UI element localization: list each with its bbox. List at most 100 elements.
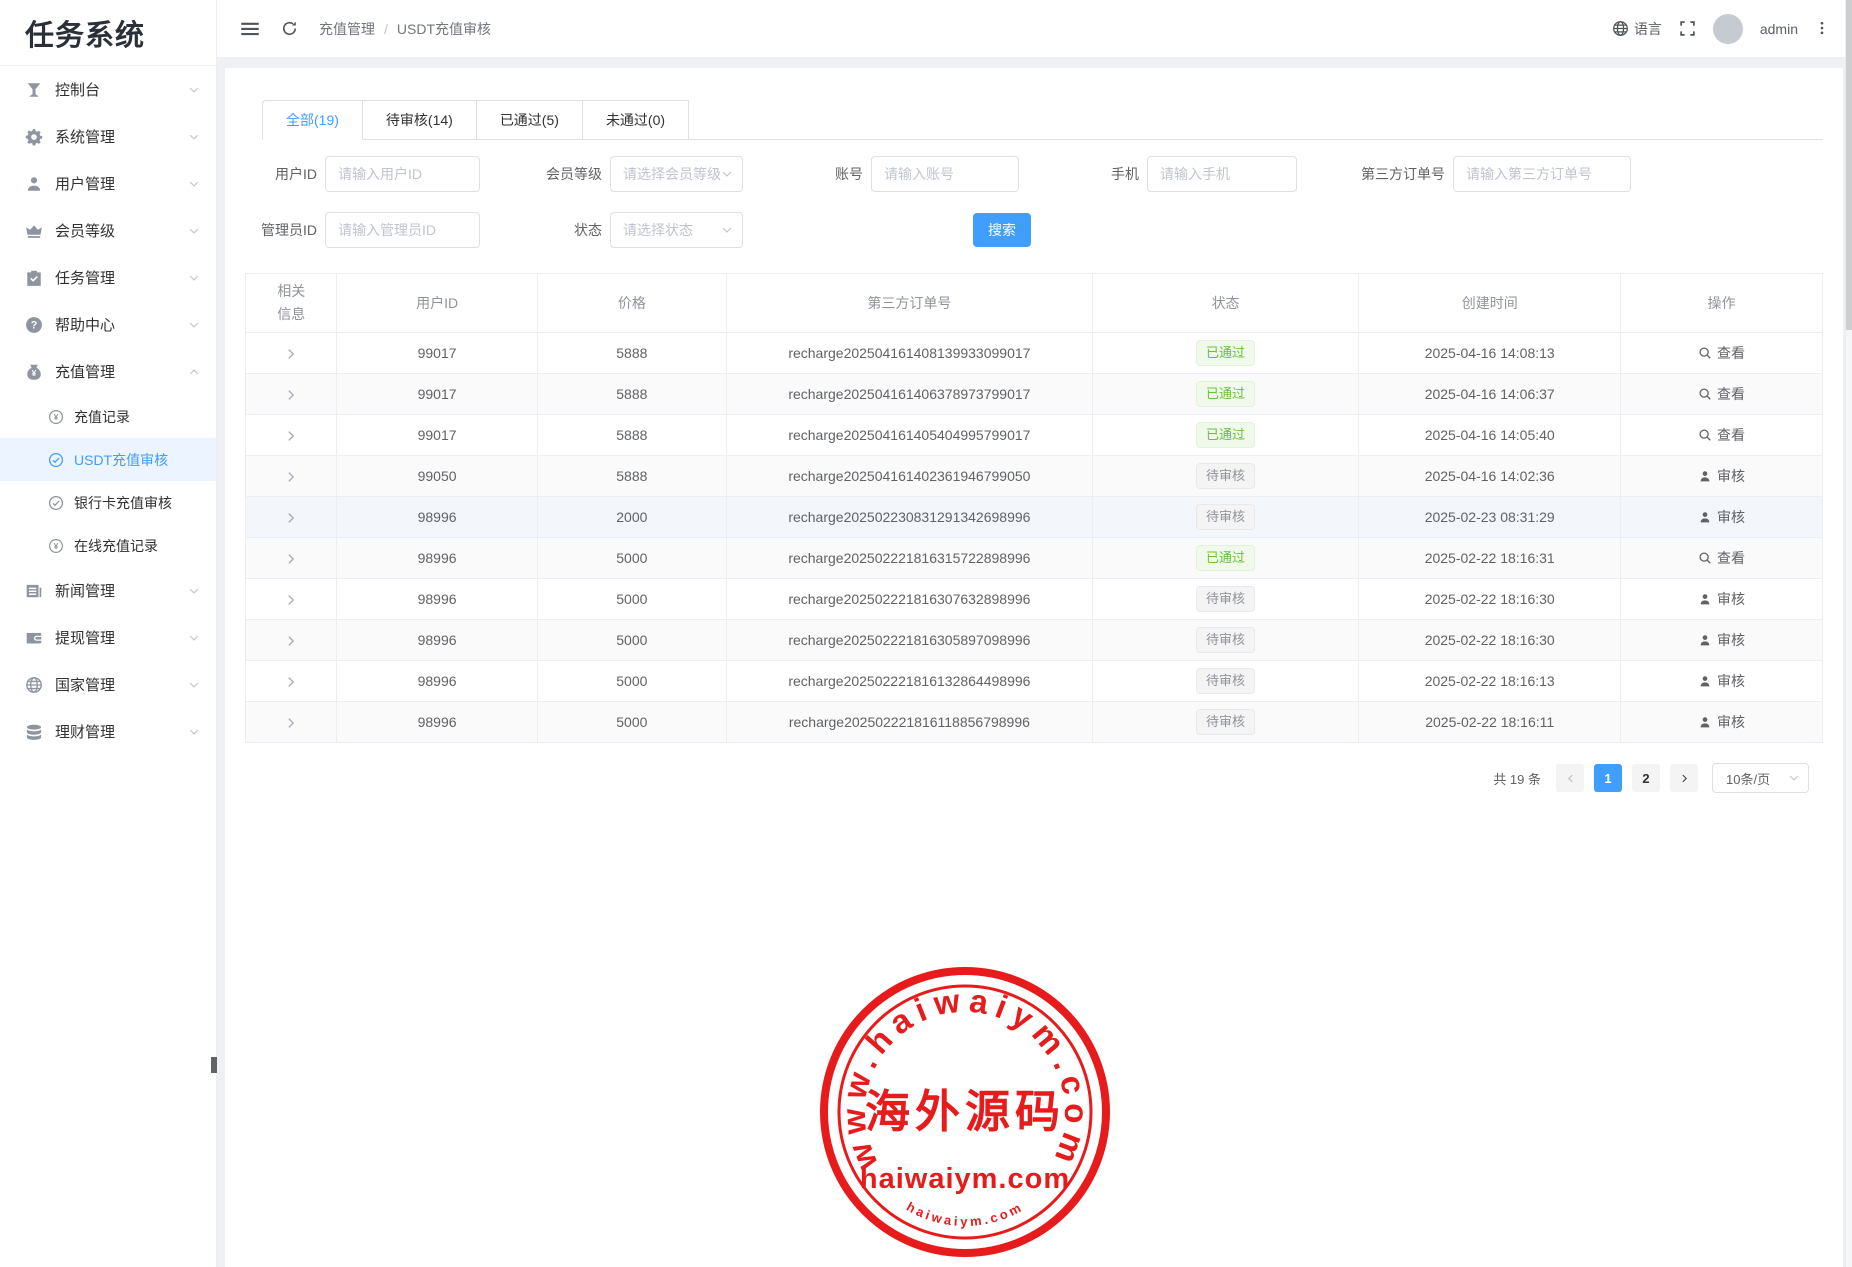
cell-status: 待审核 <box>1092 579 1359 620</box>
chevron-down-icon <box>188 679 200 691</box>
search-button[interactable]: 搜索 <box>973 213 1031 247</box>
hamburger-menu-icon[interactable] <box>240 19 260 39</box>
sidebar-scrollbar-thumb[interactable] <box>211 1057 217 1073</box>
sidebar-item-console[interactable]: 控制台 <box>0 66 216 113</box>
filter-input-user-id[interactable] <box>325 156 480 192</box>
table-row: 989965000recharge20250222181613286449899… <box>246 661 1823 702</box>
page-size-select[interactable]: 10条/页 <box>1712 763 1809 793</box>
sidebar-item-recharge-records[interactable]: ¥ 充值记录 <box>0 395 216 438</box>
sidebar-item-country-management[interactable]: 国家管理 <box>0 661 216 708</box>
cell-expand <box>246 497 337 538</box>
audit-button[interactable]: 审核 <box>1698 630 1745 650</box>
kebab-menu-icon[interactable] <box>1815 21 1829 37</box>
audit-button[interactable]: 审核 <box>1698 589 1745 609</box>
filter-select-placeholder: 请选择状态 <box>623 220 693 240</box>
table-row: 989965000recharge20250222181631572289899… <box>246 538 1823 579</box>
cell-created-at: 2025-02-22 18:16:30 <box>1359 620 1621 661</box>
view-button[interactable]: 查看 <box>1698 548 1745 568</box>
page-scrollbar[interactable] <box>1845 0 1852 1267</box>
tab-approved[interactable]: 已通过(5) <box>477 100 583 140</box>
filter-input-account[interactable] <box>871 156 1019 192</box>
expand-row-icon[interactable] <box>284 634 298 648</box>
filter-select-status[interactable]: 请选择状态 <box>610 212 743 248</box>
expand-row-icon[interactable] <box>284 429 298 443</box>
sidebar-item-withdraw-management[interactable]: 提现管理 <box>0 614 216 661</box>
sidebar-item-bank-card-recharge-audit[interactable]: 银行卡充值审核 <box>0 481 216 524</box>
language-switcher[interactable]: 语言 <box>1612 19 1662 39</box>
sidebar: 任务系统 控制台系统管理用户管理会员等级任务管理?帮助中心¥充值管理¥充值记录U… <box>0 0 217 1267</box>
cell-user-id: 98996 <box>337 579 537 620</box>
globe-icon <box>25 676 43 694</box>
filter-select-member-level[interactable]: 请选择会员等级 <box>610 156 743 192</box>
page-button-2[interactable]: 2 <box>1632 764 1660 792</box>
cell-created-at: 2025-04-16 14:05:40 <box>1359 415 1621 456</box>
filter-input-phone[interactable] <box>1147 156 1297 192</box>
filter-row-1: 用户ID会员等级请选择会员等级账号手机第三方订单号 <box>245 155 1823 193</box>
sidebar-item-usdt-recharge-audit[interactable]: USDT充值审核 <box>0 438 216 481</box>
view-button[interactable]: 查看 <box>1698 343 1745 363</box>
filter-input-third-party-order-no[interactable] <box>1453 156 1631 192</box>
chevron-down-icon <box>721 168 733 180</box>
filter-input-admin-id[interactable] <box>325 212 480 248</box>
cell-expand <box>246 661 337 702</box>
expand-row-icon[interactable] <box>284 593 298 607</box>
sidebar-item-news-management[interactable]: 新闻管理 <box>0 567 216 614</box>
cell-order-no: recharge202504161402361946799050 <box>726 456 1092 497</box>
page-scrollbar-thumb[interactable] <box>1846 0 1852 330</box>
audit-button[interactable]: 审核 <box>1698 466 1745 486</box>
sidebar-item-online-recharge-records[interactable]: ¥在线充值记录 <box>0 524 216 567</box>
sidebar-item-recharge-management[interactable]: ¥充值管理 <box>0 348 216 395</box>
chevron-down-icon <box>188 178 200 190</box>
audit-button[interactable]: 审核 <box>1698 671 1745 691</box>
cell-status: 待审核 <box>1092 497 1359 538</box>
sidebar-item-finance-management[interactable]: 理财管理 <box>0 708 216 755</box>
username[interactable]: admin <box>1760 21 1798 37</box>
sidebar-item-label: 控制台 <box>55 79 188 100</box>
page-button-1[interactable]: 1 <box>1594 764 1622 792</box>
avatar[interactable] <box>1713 14 1743 44</box>
svg-text:¥: ¥ <box>54 412 59 422</box>
view-button[interactable]: 查看 <box>1698 384 1745 404</box>
expand-row-icon[interactable] <box>284 347 298 361</box>
cell-created-at: 2025-02-22 18:16:31 <box>1359 538 1621 579</box>
action-label: 查看 <box>1717 548 1745 568</box>
tab-rejected[interactable]: 未通过(0) <box>583 100 689 140</box>
status-badge: 待审核 <box>1196 709 1255 735</box>
expand-row-icon[interactable] <box>284 675 298 689</box>
tab-all[interactable]: 全部(19) <box>262 100 363 140</box>
sidebar-item-label: 会员等级 <box>55 220 188 241</box>
tab-pending[interactable]: 待审核(14) <box>363 100 477 140</box>
cell-action: 审核 <box>1621 661 1823 702</box>
cell-created-at: 2025-04-16 14:08:13 <box>1359 333 1621 374</box>
prev-page-button[interactable] <box>1556 764 1584 792</box>
view-button[interactable]: 查看 <box>1698 425 1745 445</box>
table-row: 990175888recharge20250416140540499579901… <box>246 415 1823 456</box>
expand-row-icon[interactable] <box>284 470 298 484</box>
refresh-icon[interactable] <box>281 20 298 37</box>
breadcrumb-recharge-management[interactable]: 充值管理 <box>319 19 375 39</box>
next-page-button[interactable] <box>1670 764 1698 792</box>
expand-row-icon[interactable] <box>284 552 298 566</box>
filter-label-status: 状态 <box>516 220 602 240</box>
sidebar-item-task-management[interactable]: 任务管理 <box>0 254 216 301</box>
cell-user-id: 98996 <box>337 497 537 538</box>
cell-status: 已通过 <box>1092 415 1359 456</box>
expand-row-icon[interactable] <box>284 388 298 402</box>
table-header-cell: 操作 <box>1621 274 1823 333</box>
sidebar-item-help-center[interactable]: ?帮助中心 <box>0 301 216 348</box>
expand-row-icon[interactable] <box>284 511 298 525</box>
sidebar-item-system-management[interactable]: 系统管理 <box>0 113 216 160</box>
status-badge: 已通过 <box>1196 340 1255 366</box>
cell-action: 查看 <box>1621 374 1823 415</box>
expand-row-icon[interactable] <box>284 716 298 730</box>
sidebar-subitem-label: 充值记录 <box>74 407 130 427</box>
sidebar-item-member-level[interactable]: 会员等级 <box>0 207 216 254</box>
fullscreen-icon[interactable] <box>1679 20 1696 37</box>
news-icon <box>25 582 43 600</box>
cell-action: 审核 <box>1621 579 1823 620</box>
cell-price: 5000 <box>537 702 726 743</box>
cell-user-id: 99017 <box>337 374 537 415</box>
sidebar-item-user-management[interactable]: 用户管理 <box>0 160 216 207</box>
audit-button[interactable]: 审核 <box>1698 507 1745 527</box>
audit-button[interactable]: 审核 <box>1698 712 1745 732</box>
